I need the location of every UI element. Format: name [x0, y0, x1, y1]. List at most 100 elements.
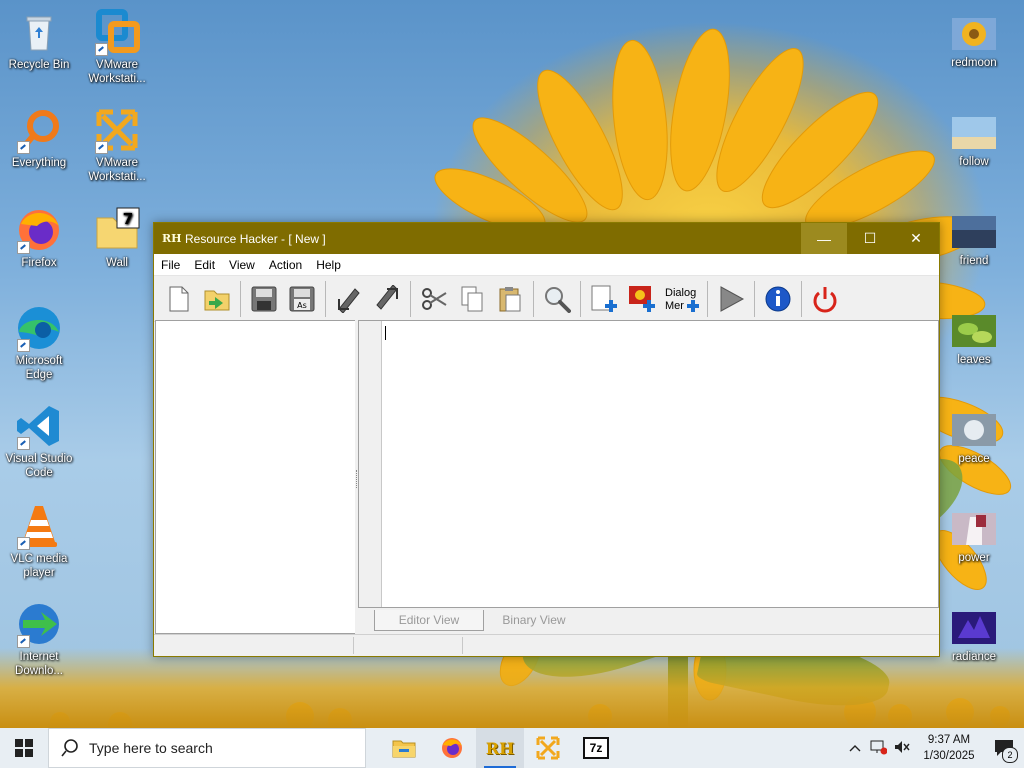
desktop-icon-power[interactable]: power	[937, 509, 1011, 565]
open-file-button[interactable]	[200, 282, 234, 316]
menu-action[interactable]: Action	[262, 258, 309, 272]
network-disconnected-icon	[870, 740, 888, 754]
desktop-icon-firefox[interactable]: Firefox	[2, 206, 76, 270]
desktop-icon-vmware-1[interactable]: VMware Workstati...	[80, 8, 154, 86]
desktop-icon-peace[interactable]: peace	[937, 410, 1011, 466]
image-file-icon	[950, 113, 998, 153]
info-icon	[765, 286, 791, 311]
show-hidden-icons-button[interactable]	[844, 741, 866, 755]
desktop-icon-radiance[interactable]: radiance	[937, 608, 1011, 664]
decompile-arrow-icon	[376, 284, 398, 310]
image-file-icon	[950, 311, 998, 351]
status-segment	[154, 637, 354, 654]
copy-button[interactable]	[455, 282, 489, 316]
tab-editor-view[interactable]: Editor View	[374, 610, 484, 631]
system-clock[interactable]: 9:37 AM 1/30/2025	[914, 732, 984, 764]
desktop-icon-edge[interactable]: Microsoft Edge	[2, 304, 76, 382]
clock-time: 9:37 AM	[927, 734, 971, 746]
folder-7zip-icon: 7	[93, 206, 141, 254]
desktop-icon-vlc[interactable]: VLC media player	[2, 502, 76, 580]
start-button[interactable]	[0, 728, 48, 768]
chevron-up-icon	[849, 745, 861, 752]
desktop-icon-label: leaves	[957, 354, 991, 366]
clock-date: 1/30/2025	[923, 750, 975, 762]
dialog-merger-label-1: Dialog	[665, 287, 696, 299]
taskbar-7zip[interactable]: 7z	[572, 728, 620, 768]
save-as-icon: As	[289, 286, 315, 311]
desktop-icon-wall[interactable]: 7 Wall	[80, 206, 154, 270]
vscode-icon	[15, 402, 63, 450]
vmware-icon	[536, 736, 560, 760]
add-image-icon	[629, 285, 655, 312]
status-segment	[354, 637, 463, 654]
desktop-icon-redmoon[interactable]: redmoon	[937, 14, 1011, 70]
about-button[interactable]	[761, 282, 795, 316]
vlc-icon	[15, 502, 63, 550]
save-button[interactable]	[247, 282, 281, 316]
save-icon	[251, 286, 277, 311]
power-icon	[813, 286, 837, 312]
minimize-button[interactable]: —	[801, 223, 847, 254]
open-folder-icon	[204, 290, 230, 310]
exit-button[interactable]	[808, 282, 842, 316]
desktop-icon-vscode[interactable]: Visual Studio Code	[2, 402, 76, 480]
find-button[interactable]	[540, 282, 574, 316]
cut-button[interactable]	[417, 282, 451, 316]
compile-arrow-icon	[338, 287, 360, 313]
tab-binary-view[interactable]: Binary View	[484, 610, 584, 630]
volume-button[interactable]	[890, 739, 914, 758]
image-file-icon	[950, 14, 998, 54]
taskbar: Type here to search RH 7z 9:37 AM 1/30/2…	[0, 728, 1024, 768]
svg-text:7: 7	[123, 210, 133, 228]
menu-edit[interactable]: Edit	[187, 258, 222, 272]
new-file-button[interactable]	[162, 282, 196, 316]
toolbar-separator	[754, 280, 755, 317]
notification-center-button[interactable]: 2	[984, 728, 1024, 768]
desktop-icon-leaves[interactable]: leaves	[937, 311, 1011, 367]
taskbar-vmware[interactable]	[524, 728, 572, 768]
menu-help[interactable]: Help	[309, 258, 348, 272]
add-image-resource-button[interactable]	[625, 282, 659, 316]
taskbar-firefox[interactable]	[428, 728, 476, 768]
firefox-icon	[442, 738, 462, 758]
maximize-button[interactable]: ☐	[847, 223, 893, 254]
desktop-icon-recycle-bin[interactable]: Recycle Bin	[2, 8, 76, 72]
decompile-button[interactable]	[370, 282, 404, 316]
taskbar-file-explorer[interactable]	[380, 728, 428, 768]
search-placeholder: Type here to search	[89, 740, 213, 756]
close-button[interactable]: ✕	[893, 223, 939, 254]
resource-hacker-app-icon: RH	[162, 231, 182, 245]
desktop-icon-friend[interactable]: friend	[937, 212, 1011, 268]
compile-button[interactable]	[332, 282, 366, 316]
run-script-button[interactable]	[714, 282, 748, 316]
desktop-icon-label: Firefox	[21, 257, 57, 269]
system-tray: 9:37 AM 1/30/2025 2	[844, 728, 1024, 768]
notification-count-badge: 2	[1002, 747, 1018, 763]
menu-view[interactable]: View	[222, 258, 262, 272]
taskbar-resource-hacker[interactable]: RH	[476, 728, 524, 768]
view-tabs: Editor View Binary View	[358, 608, 939, 634]
desktop-icon-label: Internet Downlo...	[15, 651, 63, 677]
dialog-merger-button[interactable]: Dialog Mer	[663, 282, 701, 316]
toolbar-separator	[580, 280, 581, 317]
resource-tree-pane[interactable]	[155, 320, 356, 634]
title-bar[interactable]: RH Resource Hacker - [ New ] — ☐ ✕	[154, 223, 939, 254]
desktop-icon-vmware-2[interactable]: VMware Workstati...	[80, 106, 154, 184]
add-blank-resource-button[interactable]	[587, 282, 621, 316]
toolbar-separator	[410, 280, 411, 317]
vmware-icon	[93, 106, 141, 154]
network-status-button[interactable]	[866, 739, 890, 758]
dialog-merger-icon: Dialog Mer	[665, 287, 699, 312]
script-editor[interactable]	[358, 320, 939, 608]
menu-file[interactable]: File	[154, 258, 187, 272]
scissors-icon	[422, 287, 447, 310]
paste-button[interactable]	[493, 282, 527, 316]
toolbar-separator	[240, 280, 241, 317]
desktop-icon-everything[interactable]: Everything	[2, 106, 76, 170]
edge-icon	[15, 304, 63, 352]
desktop-icon-follow[interactable]: follow	[937, 113, 1011, 169]
vmware-icon	[93, 8, 141, 56]
desktop-icon-idm[interactable]: Internet Downlo...	[2, 600, 76, 678]
save-as-button[interactable]: As	[285, 282, 319, 316]
taskbar-search-box[interactable]: Type here to search	[48, 728, 366, 768]
